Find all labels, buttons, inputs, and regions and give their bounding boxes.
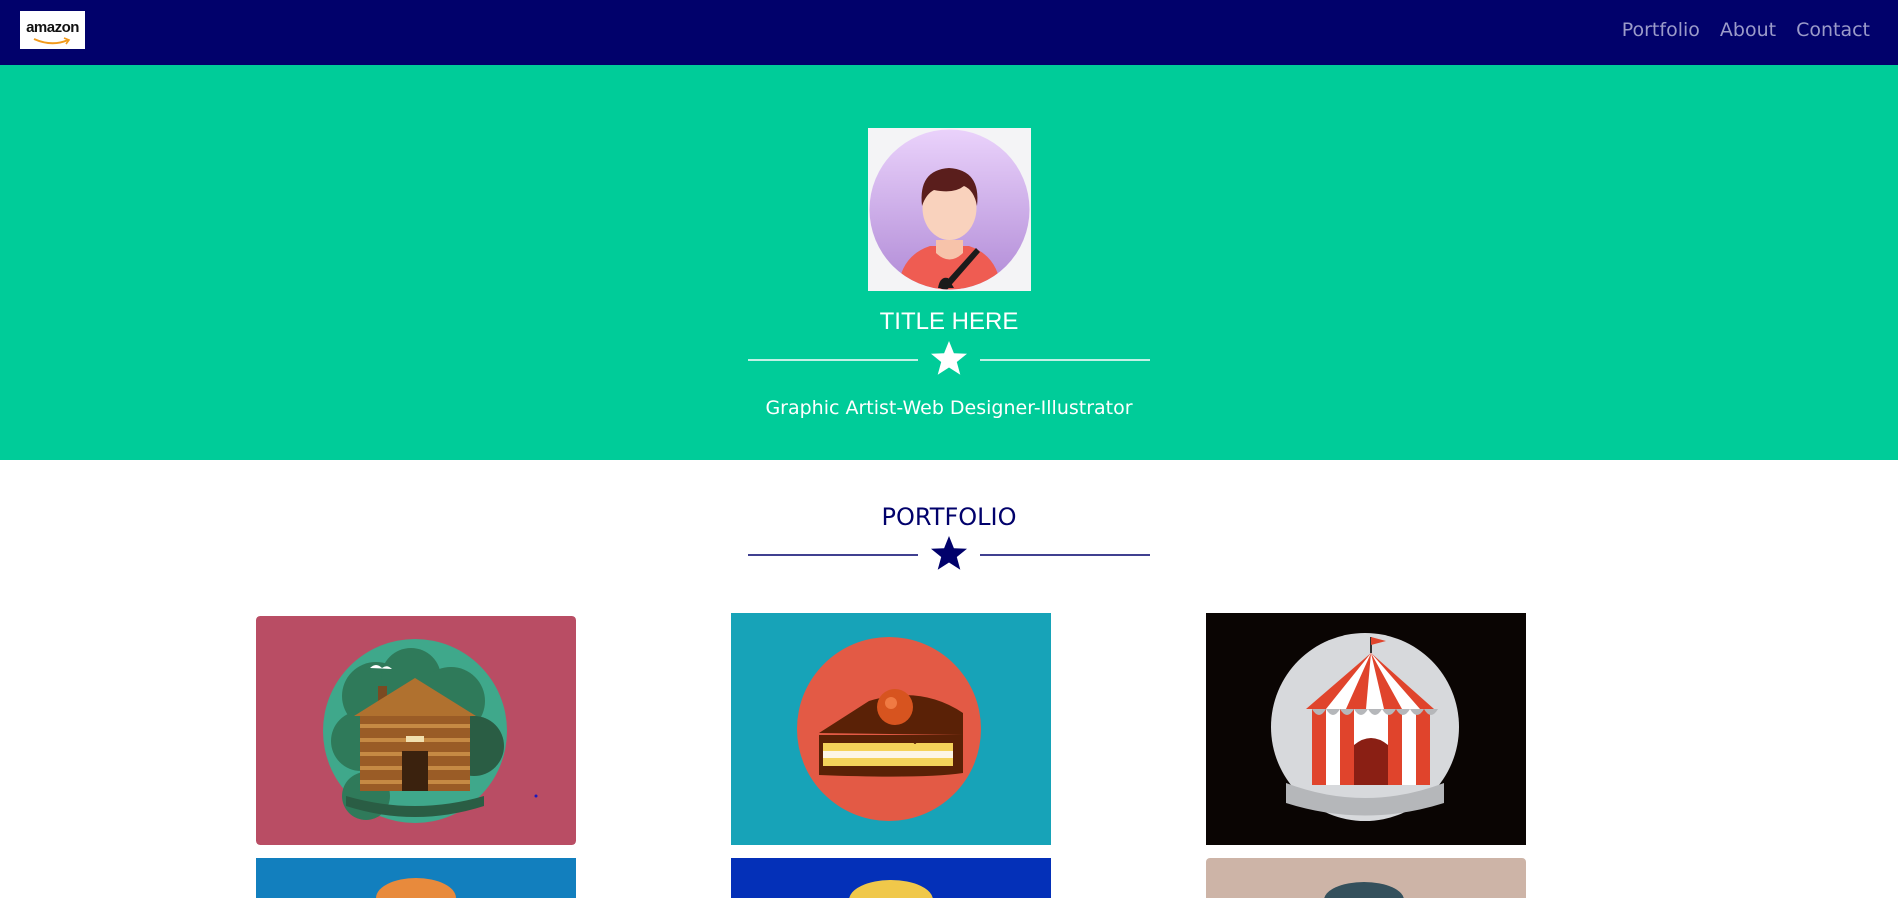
star-icon [931,536,967,570]
hero-section: TITLE HERE Graphic Artist-Web Designer-I… [0,65,1898,460]
cake-illustration [731,613,1051,845]
portfolio-title: PORTFOLIO [881,503,1017,531]
logo-text: amazon [26,19,79,36]
portfolio-divider [748,535,1150,575]
hero-subtitle: Graphic Artist-Web Designer-Illustrator [765,397,1133,419]
item-4-illustration [256,858,576,898]
avatar [868,128,1031,291]
portfolio-item-4[interactable] [256,858,576,898]
portfolio-item-cake[interactable] [731,613,1051,845]
portfolio-item-cabin[interactable] [256,616,576,845]
cabin-illustration [256,616,576,845]
star-icon [931,341,967,375]
hero-title: TITLE HERE [879,308,1019,335]
avatar-illustration [869,129,1030,290]
tent-illustration [1206,613,1526,845]
item-6-illustration [1206,858,1526,898]
nav-link-contact[interactable]: Contact [1796,19,1870,41]
navbar: amazon Portfolio About Contact [0,0,1898,65]
portfolio-item-5[interactable] [731,858,1051,898]
amazon-smile-icon [33,37,71,45]
nav-links: Portfolio About Contact [1622,19,1870,41]
portfolio-item-6[interactable] [1206,858,1526,898]
brand-logo[interactable]: amazon [20,11,85,49]
item-5-illustration [731,858,1051,898]
nav-link-portfolio[interactable]: Portfolio [1622,19,1700,41]
hero-divider [748,338,1150,378]
nav-link-about[interactable]: About [1720,19,1776,41]
portfolio-item-tent[interactable] [1206,613,1526,845]
